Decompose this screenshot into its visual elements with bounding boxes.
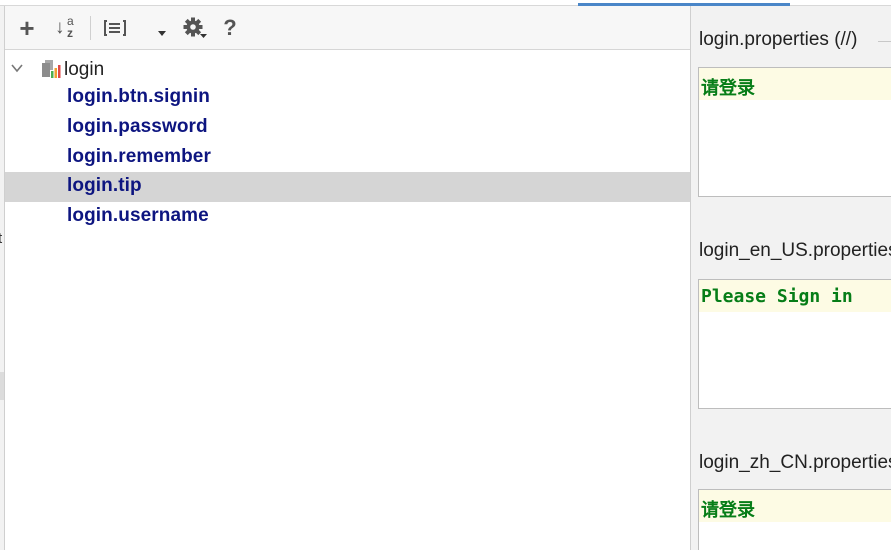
value-text: 请登录: [701, 78, 755, 99]
value-editor-en-us[interactable]: Please Sign in: [698, 279, 891, 409]
gear-icon: [183, 17, 207, 38]
title-separator-line: [878, 41, 891, 42]
tree-root-label: login: [64, 59, 105, 80]
tree-root-login[interactable]: login: [5, 55, 690, 81]
value-text: Please Sign in: [701, 286, 853, 307]
dropdown-button[interactable]: [155, 16, 169, 40]
properties-tree: login login.btn.signin login.password lo…: [5, 51, 690, 550]
value-editor-zh-cn[interactable]: 请登录: [698, 489, 891, 550]
property-key-label: login.btn.signin: [67, 86, 211, 107]
help-icon: ?: [223, 15, 237, 40]
sort-alphabetically-button[interactable]: ↓ a z: [53, 14, 81, 40]
file-title-zh-cn: login_zh_CN.properties: [699, 452, 891, 473]
toolbar: + ↓ a z ?: [5, 6, 690, 50]
chevron-down-icon[interactable]: [10, 61, 24, 75]
add-icon: +: [19, 13, 35, 43]
values-panel: login.properties (//) 请登录 login_en_US.pr…: [691, 6, 891, 550]
gutter-marker: [0, 372, 4, 400]
resource-bundle-icon: [42, 60, 61, 78]
property-key-label: login.password: [67, 116, 208, 137]
property-key-label: login.username: [67, 205, 209, 226]
value-text: 请登录: [701, 500, 755, 521]
file-title-default: login.properties (//): [699, 29, 858, 50]
file-title-en-us: login_en_US.properties: [699, 240, 891, 261]
tree-item-login-username[interactable]: login.username: [5, 202, 690, 232]
tree-item-login-password[interactable]: login.password: [5, 113, 690, 143]
dropdown-arrow-icon: [158, 31, 166, 36]
property-key-label: login.remember: [67, 146, 211, 167]
sort-arrow: ↓: [55, 17, 65, 38]
tree-item-login-tip[interactable]: login.tip: [5, 172, 690, 202]
sort-alphabetically-icon: ↓ a z: [53, 14, 81, 40]
help-button[interactable]: ?: [219, 15, 241, 40]
tree-item-login-remember[interactable]: login.remember: [5, 143, 690, 173]
tree-item-login-btn-signin[interactable]: login.btn.signin: [5, 83, 690, 113]
resource-bundle-editor: t + ↓ a z ? login login.btn.signin login…: [0, 0, 891, 550]
value-editor-default[interactable]: 请登录: [698, 67, 891, 197]
toolbar-separator: [90, 16, 91, 40]
settings-button[interactable]: [181, 16, 209, 40]
sort-z: z: [67, 26, 73, 40]
add-button[interactable]: +: [15, 13, 39, 43]
group-by-button[interactable]: [102, 16, 128, 40]
gutter-text: t: [0, 230, 3, 247]
property-key-label: login.tip: [67, 175, 142, 196]
group-by-icon: [104, 20, 126, 36]
